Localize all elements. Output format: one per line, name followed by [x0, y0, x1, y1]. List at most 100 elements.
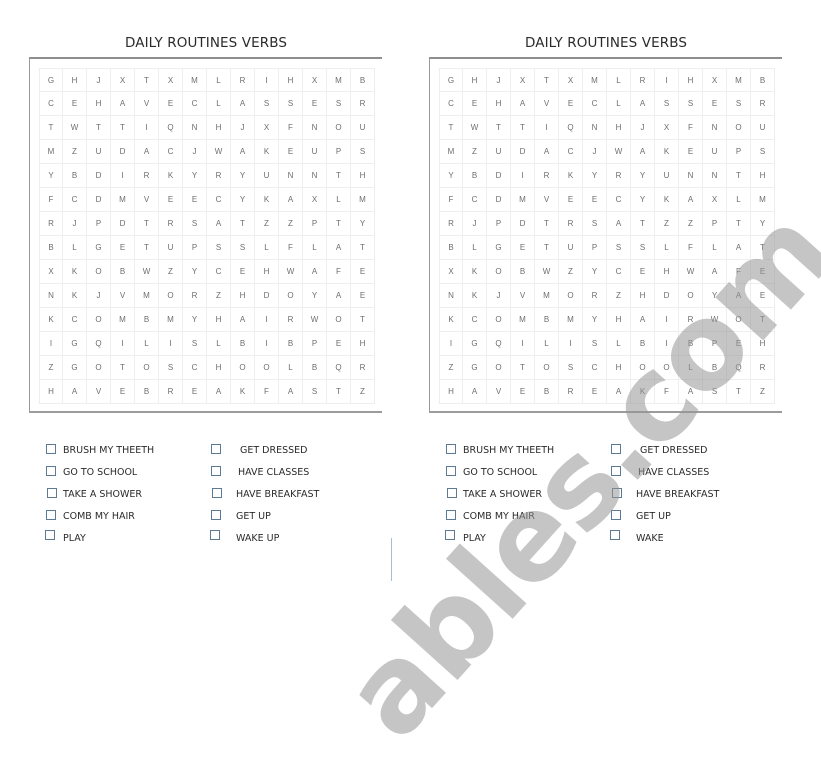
grid-cell[interactable]: Z	[63, 140, 87, 164]
grid-cell[interactable]: S	[727, 92, 751, 116]
grid-cell[interactable]: W	[679, 260, 703, 284]
grid-cell[interactable]: E	[279, 140, 303, 164]
grid-cell[interactable]: I	[655, 308, 679, 332]
grid-cell[interactable]: V	[535, 92, 559, 116]
grid-cell[interactable]: T	[111, 356, 135, 380]
grid-cell[interactable]: V	[535, 188, 559, 212]
grid-cell[interactable]: P	[583, 236, 607, 260]
grid-cell[interactable]: G	[39, 68, 63, 92]
grid-cell[interactable]: Y	[231, 188, 255, 212]
grid-cell[interactable]: B	[351, 68, 375, 92]
grid-cell[interactable]: T	[535, 212, 559, 236]
grid-cell[interactable]: B	[303, 356, 327, 380]
grid-cell[interactable]: N	[703, 116, 727, 140]
grid-cell[interactable]: I	[255, 68, 279, 92]
grid-cell[interactable]: Y	[583, 260, 607, 284]
grid-cell[interactable]: U	[703, 140, 727, 164]
grid-cell[interactable]: S	[655, 92, 679, 116]
checkbox[interactable]	[46, 444, 56, 454]
grid-cell[interactable]: M	[327, 68, 351, 92]
checkbox[interactable]	[211, 444, 221, 454]
grid-cell[interactable]: N	[303, 164, 327, 188]
grid-cell[interactable]: Z	[463, 140, 487, 164]
grid-cell[interactable]: B	[631, 332, 655, 356]
grid-cell[interactable]: K	[655, 140, 679, 164]
grid-cell[interactable]: H	[255, 260, 279, 284]
grid-cell[interactable]: C	[183, 92, 207, 116]
grid-cell[interactable]: X	[703, 188, 727, 212]
grid-cell[interactable]: S	[327, 92, 351, 116]
grid-cell[interactable]: Y	[183, 260, 207, 284]
grid-cell[interactable]: U	[487, 140, 511, 164]
grid-cell[interactable]: J	[487, 68, 511, 92]
grid-cell[interactable]: X	[303, 68, 327, 92]
grid-cell[interactable]: T	[327, 380, 351, 404]
grid-cell[interactable]: P	[303, 332, 327, 356]
grid-cell[interactable]: T	[727, 380, 751, 404]
grid-cell[interactable]: R	[39, 212, 63, 236]
grid-cell[interactable]: Y	[231, 164, 255, 188]
grid-cell[interactable]: S	[159, 356, 183, 380]
grid-cell[interactable]: T	[511, 356, 535, 380]
grid-cell[interactable]: X	[111, 68, 135, 92]
checkbox[interactable]	[211, 466, 221, 476]
grid-cell[interactable]: T	[439, 116, 463, 140]
grid-cell[interactable]: T	[327, 212, 351, 236]
checkbox[interactable]	[46, 510, 56, 520]
grid-cell[interactable]: C	[463, 308, 487, 332]
grid-cell[interactable]: A	[327, 284, 351, 308]
grid-cell[interactable]: L	[727, 188, 751, 212]
grid-cell[interactable]: B	[679, 332, 703, 356]
checkbox[interactable]	[611, 444, 621, 454]
grid-cell[interactable]: W	[535, 260, 559, 284]
grid-cell[interactable]: M	[159, 308, 183, 332]
grid-cell[interactable]: B	[535, 380, 559, 404]
grid-cell[interactable]: R	[559, 212, 583, 236]
grid-cell[interactable]: T	[351, 308, 375, 332]
grid-cell[interactable]: L	[703, 236, 727, 260]
grid-cell[interactable]: V	[511, 284, 535, 308]
grid-cell[interactable]: I	[39, 332, 63, 356]
grid-cell[interactable]: E	[111, 380, 135, 404]
grid-cell[interactable]: A	[607, 380, 631, 404]
grid-cell[interactable]: M	[535, 284, 559, 308]
grid-cell[interactable]: M	[583, 68, 607, 92]
grid-cell[interactable]: M	[511, 308, 535, 332]
grid-cell[interactable]: O	[679, 284, 703, 308]
grid-cell[interactable]: S	[583, 212, 607, 236]
grid-cell[interactable]: K	[231, 380, 255, 404]
grid-cell[interactable]: C	[559, 140, 583, 164]
grid-cell[interactable]: P	[703, 332, 727, 356]
grid-cell[interactable]: A	[327, 236, 351, 260]
grid-cell[interactable]: A	[303, 260, 327, 284]
checkbox[interactable]	[610, 530, 620, 540]
grid-cell[interactable]: X	[255, 116, 279, 140]
grid-cell[interactable]: E	[727, 332, 751, 356]
grid-cell[interactable]: R	[159, 380, 183, 404]
grid-cell[interactable]: F	[327, 260, 351, 284]
grid-cell[interactable]: O	[135, 356, 159, 380]
grid-cell[interactable]: K	[463, 284, 487, 308]
grid-cell[interactable]: J	[87, 284, 111, 308]
grid-cell[interactable]: K	[39, 308, 63, 332]
checkbox[interactable]	[446, 444, 456, 454]
grid-cell[interactable]: Q	[487, 332, 511, 356]
grid-cell[interactable]: A	[207, 212, 231, 236]
grid-cell[interactable]: A	[703, 260, 727, 284]
grid-cell[interactable]: L	[207, 332, 231, 356]
grid-cell[interactable]: R	[559, 380, 583, 404]
grid-cell[interactable]: G	[463, 332, 487, 356]
grid-cell[interactable]: T	[87, 116, 111, 140]
grid-cell[interactable]: E	[559, 92, 583, 116]
grid-cell[interactable]: T	[39, 116, 63, 140]
grid-cell[interactable]: F	[39, 188, 63, 212]
grid-cell[interactable]: H	[231, 284, 255, 308]
grid-cell[interactable]: R	[159, 212, 183, 236]
grid-cell[interactable]: S	[231, 236, 255, 260]
grid-cell[interactable]: D	[511, 140, 535, 164]
grid-cell[interactable]: E	[351, 260, 375, 284]
grid-cell[interactable]: Z	[751, 380, 775, 404]
grid-cell[interactable]: I	[111, 332, 135, 356]
grid-cell[interactable]: F	[679, 116, 703, 140]
grid-cell[interactable]: O	[327, 308, 351, 332]
